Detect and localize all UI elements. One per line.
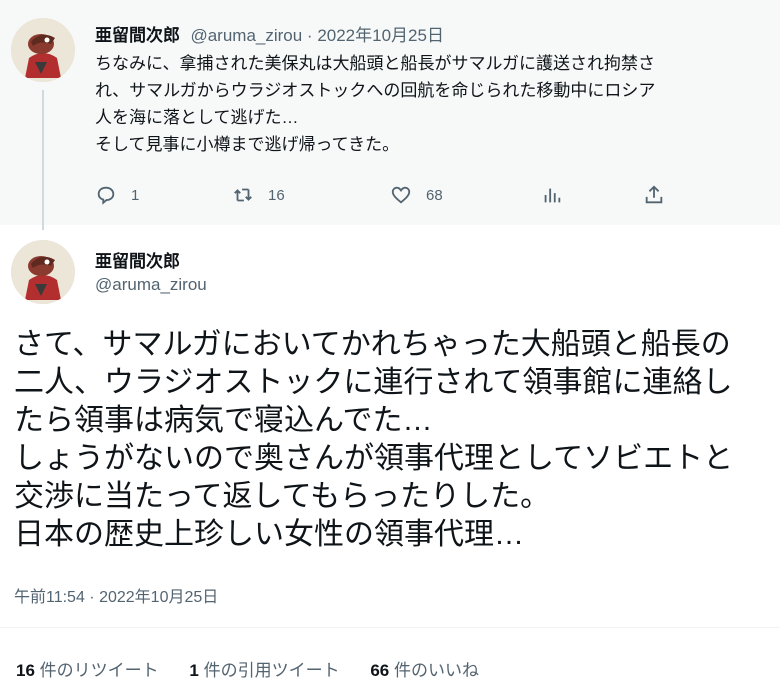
- reply-button[interactable]: 1: [95, 180, 139, 210]
- tweet-date[interactable]: 2022年10月25日: [317, 26, 444, 45]
- retweets-label: 件のリツイート: [34, 661, 159, 680]
- author-name[interactable]: 亜留間次郎: [95, 26, 180, 45]
- retweet-icon: [234, 188, 252, 202]
- reply-icon: [97, 186, 115, 205]
- likes-label: 件のいいね: [389, 661, 479, 680]
- quotes-label: 件の引用ツイート: [198, 661, 340, 680]
- retweets-count: 16: [16, 661, 35, 680]
- avatar[interactable]: [11, 18, 75, 82]
- retweet-count: 16: [268, 186, 285, 204]
- likes-stat[interactable]: 66 件のいいね: [370, 661, 479, 680]
- reply-count: 1: [131, 186, 140, 204]
- tweet-first[interactable]: 亜留間次郎 @aruma_zirou · 2022年10月25日 ちなみに、拿捕…: [0, 0, 780, 230]
- tweet-line: 日本の歴史上珍しい女性の領事代理…: [14, 518, 524, 551]
- quotes-stat[interactable]: 1 件の引用ツイート: [189, 661, 339, 680]
- divider: [0, 627, 780, 628]
- likes-count: 66: [370, 661, 390, 680]
- tweet-line: さて、サマルガにおいてかれちゃった大船頭と船長の: [14, 328, 731, 361]
- tweet-line: たら領事は病気で寝込んでた…: [14, 404, 433, 437]
- share-icon: [645, 185, 663, 204]
- tweet-line: ちなみに、拿捕された美保丸は大船頭と船長がサマルガに護送され拘禁さ: [95, 54, 655, 73]
- views-button[interactable]: [541, 180, 563, 210]
- tweet-date: 2022年10月25日: [99, 589, 219, 606]
- like-button[interactable]: 68: [390, 180, 443, 210]
- tweet-line: 交渉に当たって返してもらったりした。: [14, 480, 551, 513]
- quotes-count: 1: [189, 661, 199, 680]
- retweets-stat[interactable]: 16 件のリツイート: [16, 661, 159, 680]
- tweet-line: れ、サマルガからウラジオストックへの回航を命じられた移動中にロシア: [95, 81, 656, 100]
- heart-icon: [391, 186, 411, 204]
- tweet-header: 亜留間次郎 @aruma_zirou · 2022年10月25日: [95, 21, 444, 46]
- avatar-image: [11, 18, 75, 82]
- tweet-line: そして見事に小樽まで逃げ帰ってきた。: [95, 135, 400, 154]
- avatar[interactable]: [11, 240, 75, 304]
- separator-dot: ·: [302, 26, 318, 45]
- tweet-main-text: さて、サマルガにおいてかれちゃった大船頭と船長の 二人、ウラジオストックに連行さ…: [14, 326, 774, 554]
- tweet-line: 二人、ウラジオストックに連行されて領事館に連絡し: [14, 366, 733, 399]
- retweet-button[interactable]: 16: [232, 180, 285, 210]
- like-count: 68: [426, 186, 443, 204]
- tweet-time: 午前11:54: [14, 589, 85, 606]
- tweet-line: 人を海に落として逃げた…: [95, 108, 299, 127]
- tweet-line: しょうがないので奥さんが領事代理としてソビエトと: [14, 442, 734, 475]
- author-handle[interactable]: @aruma_zirou: [95, 275, 207, 295]
- thread-connector: [42, 90, 44, 230]
- tweet-text: ちなみに、拿捕された美保丸は大船頭と船長がサマルガに護送され拘禁さ れ、サマルガ…: [95, 50, 765, 158]
- avatar-image: [11, 240, 75, 304]
- tweet-stats: 16 件のリツイート 1 件の引用ツイート 66 件のいいね: [16, 656, 505, 681]
- analytics-icon: [544, 188, 561, 203]
- separator-dot: ·: [84, 589, 100, 606]
- author-name[interactable]: 亜留間次郎: [95, 247, 180, 272]
- tweet-timestamp[interactable]: 午前11:54 · 2022年10月25日: [14, 583, 218, 607]
- tweet-actions: 1 16 68: [95, 180, 685, 210]
- author-handle[interactable]: @aruma_zirou: [190, 26, 302, 45]
- share-button[interactable]: [643, 180, 665, 210]
